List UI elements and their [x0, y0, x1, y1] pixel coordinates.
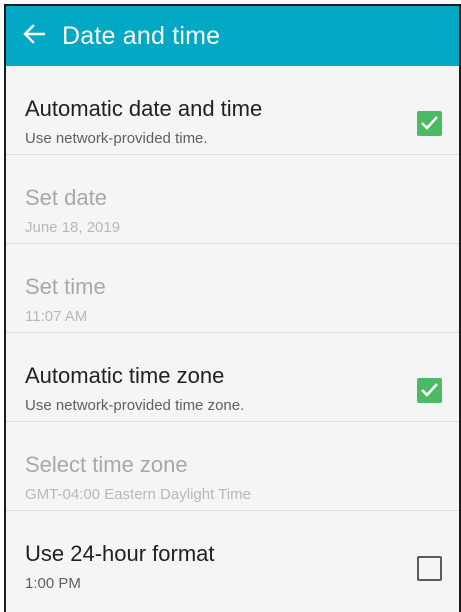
setting-select-time-zone[interactable]: Select time zone GMT-04:00 Eastern Dayli…: [6, 422, 459, 511]
setting-title: Automatic date and time: [25, 96, 263, 121]
setting-title: Select time zone: [25, 452, 188, 477]
setting-title: Set time: [25, 274, 106, 299]
setting-subtitle: Use network-provided time.: [25, 130, 208, 147]
settings-list: Automatic date and time Use network-prov…: [6, 66, 459, 600]
setting-automatic-date-time[interactable]: Automatic date and time Use network-prov…: [6, 66, 459, 155]
checkmark-icon: [421, 383, 438, 397]
setting-subtitle: GMT-04:00 Eastern Daylight Time: [25, 486, 251, 503]
checkmark-icon: [421, 116, 438, 130]
setting-subtitle: 1:00 PM: [25, 575, 81, 592]
app-bar: Date and time: [6, 6, 459, 66]
setting-title: Automatic time zone: [25, 363, 225, 388]
setting-24-hour-format[interactable]: Use 24-hour format 1:00 PM: [6, 511, 459, 600]
setting-set-time[interactable]: Set time 11:07 AM: [6, 244, 459, 333]
setting-set-date[interactable]: Set date June 18, 2019: [6, 155, 459, 244]
automatic-date-time-checkbox[interactable]: [417, 111, 442, 136]
setting-subtitle: June 18, 2019: [25, 219, 121, 236]
setting-title: Use 24-hour format: [25, 541, 215, 566]
arrow-back-icon: [23, 23, 46, 49]
setting-subtitle: Use network-provided time zone.: [25, 397, 245, 414]
automatic-time-zone-checkbox[interactable]: [417, 378, 442, 403]
24-hour-format-checkbox[interactable]: [417, 556, 442, 581]
setting-title: Set date: [25, 185, 107, 210]
back-button[interactable]: [6, 6, 62, 66]
page-title: Date and time: [62, 21, 221, 50]
setting-automatic-time-zone[interactable]: Automatic time zone Use network-provided…: [6, 333, 459, 422]
setting-subtitle: 11:07 AM: [25, 308, 88, 325]
screen-frame: Date and time Automatic date and time Us…: [4, 4, 461, 612]
